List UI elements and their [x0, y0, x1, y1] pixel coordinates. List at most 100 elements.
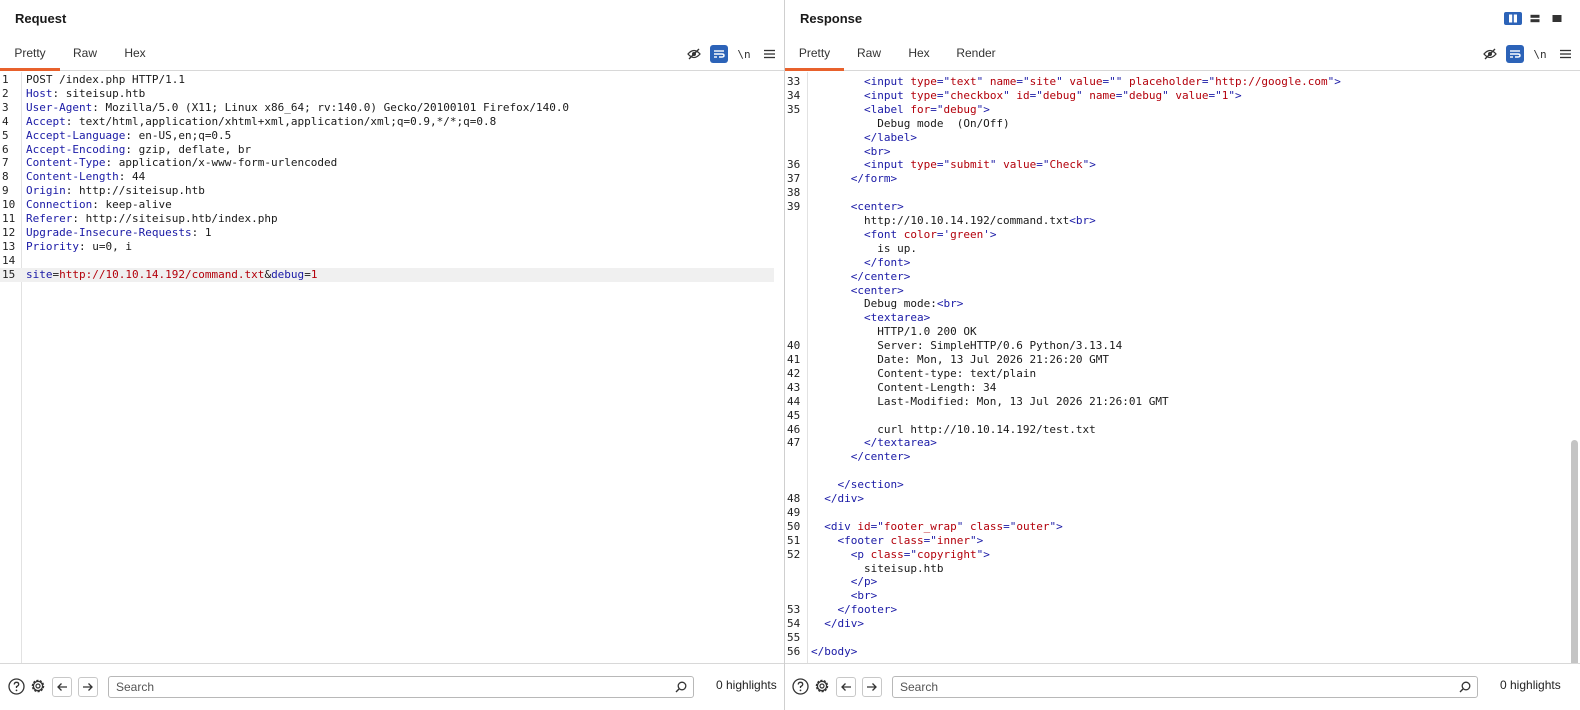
code-token: ="	[1016, 75, 1030, 88]
code-token: </div>	[824, 617, 864, 631]
line-number: 42	[787, 366, 801, 380]
tab-raw[interactable]: Raw	[849, 39, 889, 68]
code-token: Debug mode:	[811, 297, 937, 311]
code-line: </center>	[785, 450, 1570, 464]
code-token: "	[989, 158, 1004, 172]
forward-arrow-icon[interactable]	[78, 677, 98, 697]
tab-render[interactable]: Render	[951, 39, 1001, 68]
code-text: HTTP/1.0 200 OK	[811, 325, 976, 339]
code-token: POST /index.php HTTP/1.1	[26, 73, 185, 86]
code-line: 38	[785, 186, 1570, 200]
code-token: ">	[1228, 88, 1242, 102]
eye-slash-icon[interactable]	[1481, 45, 1499, 63]
code-line: 46 curl http://10.10.14.192/test.txt	[785, 423, 1570, 437]
response-search-bar: 0 highlights	[785, 663, 1580, 710]
code-text: Accept: text/html,application/xhtml+xml,…	[26, 115, 496, 129]
code-text: Content-Length: 34	[811, 381, 996, 395]
tab-pretty[interactable]: Pretty	[785, 39, 844, 71]
code-token: site	[1029, 75, 1057, 88]
code-token: color	[903, 227, 937, 241]
code-token: http://10.10.14.192/command.txt	[59, 267, 265, 281]
help-icon[interactable]	[7, 677, 25, 695]
code-token: <footer	[837, 533, 891, 547]
code-token: class	[969, 519, 1004, 533]
wrap-text-icon[interactable]	[1506, 45, 1524, 63]
code-line: 3 User-Agent: Mozilla/5.0 (X11; Linux x86…	[0, 101, 774, 115]
side-by-side-layout-icon[interactable]	[1504, 12, 1522, 25]
layout-switcher	[1500, 12, 1566, 25]
code-line: 56 </body>	[785, 645, 1570, 659]
code-text: site=http://10.10.14.192/command.txt&deb…	[26, 268, 317, 282]
tab-raw[interactable]: Raw	[63, 39, 107, 68]
code-text: </div>	[811, 492, 864, 506]
code-token: name	[1089, 88, 1116, 102]
code-token: ="	[1115, 88, 1129, 102]
code-text: Referer: http://siteisup.htb/index.php	[26, 212, 278, 226]
code-token: type	[910, 158, 937, 172]
request-editor[interactable]: 1 POST /index.php HTTP/1.1 2 Host: siteisup…	[0, 72, 784, 664]
single-layout-icon[interactable]	[1548, 12, 1566, 25]
code-token: ">	[1082, 158, 1096, 172]
code-token: placeholder	[1128, 75, 1202, 88]
newline-icon[interactable]: \n	[735, 45, 753, 63]
tab-pretty[interactable]: Pretty	[0, 39, 60, 71]
code-text: Origin: http://siteisup.htb	[26, 184, 205, 198]
code-line: 13 Priority: u=0, i	[0, 240, 774, 254]
code-token: debug	[1128, 88, 1163, 102]
search-icon[interactable]	[675, 680, 687, 698]
menu-icon[interactable]	[760, 45, 778, 63]
code-line: 34 <input type="checkbox" id="debug" nam…	[785, 89, 1570, 103]
line-number: 34	[787, 88, 801, 102]
code-token: <br>	[850, 589, 878, 603]
code-token: curl http://10.10.14.192/test.txt	[811, 422, 1096, 436]
eye-slash-icon[interactable]	[685, 45, 703, 63]
settings-icon[interactable]	[813, 677, 831, 695]
code-text: siteisup.htb	[811, 562, 943, 576]
code-line: 53 </footer>	[785, 603, 1570, 617]
line-number: 53	[787, 603, 801, 617]
tab-hex[interactable]: Hex	[899, 39, 939, 68]
code-text: POST /index.php HTTP/1.1	[26, 73, 185, 87]
tab-hex[interactable]: Hex	[115, 39, 155, 68]
code-token: ">	[1049, 519, 1063, 533]
settings-icon[interactable]	[29, 677, 47, 695]
code-token: <input	[863, 158, 911, 172]
code-token: checkbox	[950, 88, 1004, 102]
vertical-scrollbar[interactable]	[1571, 440, 1578, 664]
code-token: class	[870, 547, 904, 561]
code-token: : text/html,application/xhtml+xml,applic…	[65, 114, 497, 128]
code-token: Upgrade-Insecure-Requests	[26, 225, 192, 239]
code-token: ">	[969, 533, 984, 547]
back-arrow-icon[interactable]	[52, 677, 72, 697]
stacked-layout-icon[interactable]	[1526, 12, 1544, 25]
code-line: 11 Referer: http://siteisup.htb/index.php	[0, 212, 774, 226]
wrap-text-icon[interactable]	[710, 45, 728, 63]
code-token: : siteisup.htb	[52, 86, 146, 100]
forward-arrow-icon[interactable]	[862, 677, 882, 697]
code-text: <p class="copyright">	[811, 548, 990, 562]
code-token: 1	[310, 267, 318, 281]
code-token: ="	[1201, 75, 1216, 88]
request-search-input[interactable]	[109, 677, 644, 697]
code-text: </font>	[811, 256, 910, 270]
code-line: </center>	[785, 270, 1570, 284]
code-line: <center>	[785, 284, 1570, 298]
response-search-input[interactable]	[893, 677, 1428, 697]
newline-icon[interactable]: \n	[1531, 45, 1549, 63]
code-text: <footer class="inner">	[811, 533, 984, 548]
code-text: </center>	[811, 450, 911, 464]
help-icon[interactable]	[791, 677, 809, 695]
code-token: <textarea>	[863, 311, 931, 325]
code-token: is up.	[811, 241, 917, 255]
code-text: User-Agent: Mozilla/5.0 (X11; Linux x86_…	[26, 101, 569, 115]
back-arrow-icon[interactable]	[836, 677, 856, 697]
menu-icon[interactable]	[1556, 45, 1574, 63]
search-icon[interactable]	[1459, 680, 1471, 698]
response-editor[interactable]: 33 <input type="text" name="site" value=…	[785, 72, 1580, 664]
